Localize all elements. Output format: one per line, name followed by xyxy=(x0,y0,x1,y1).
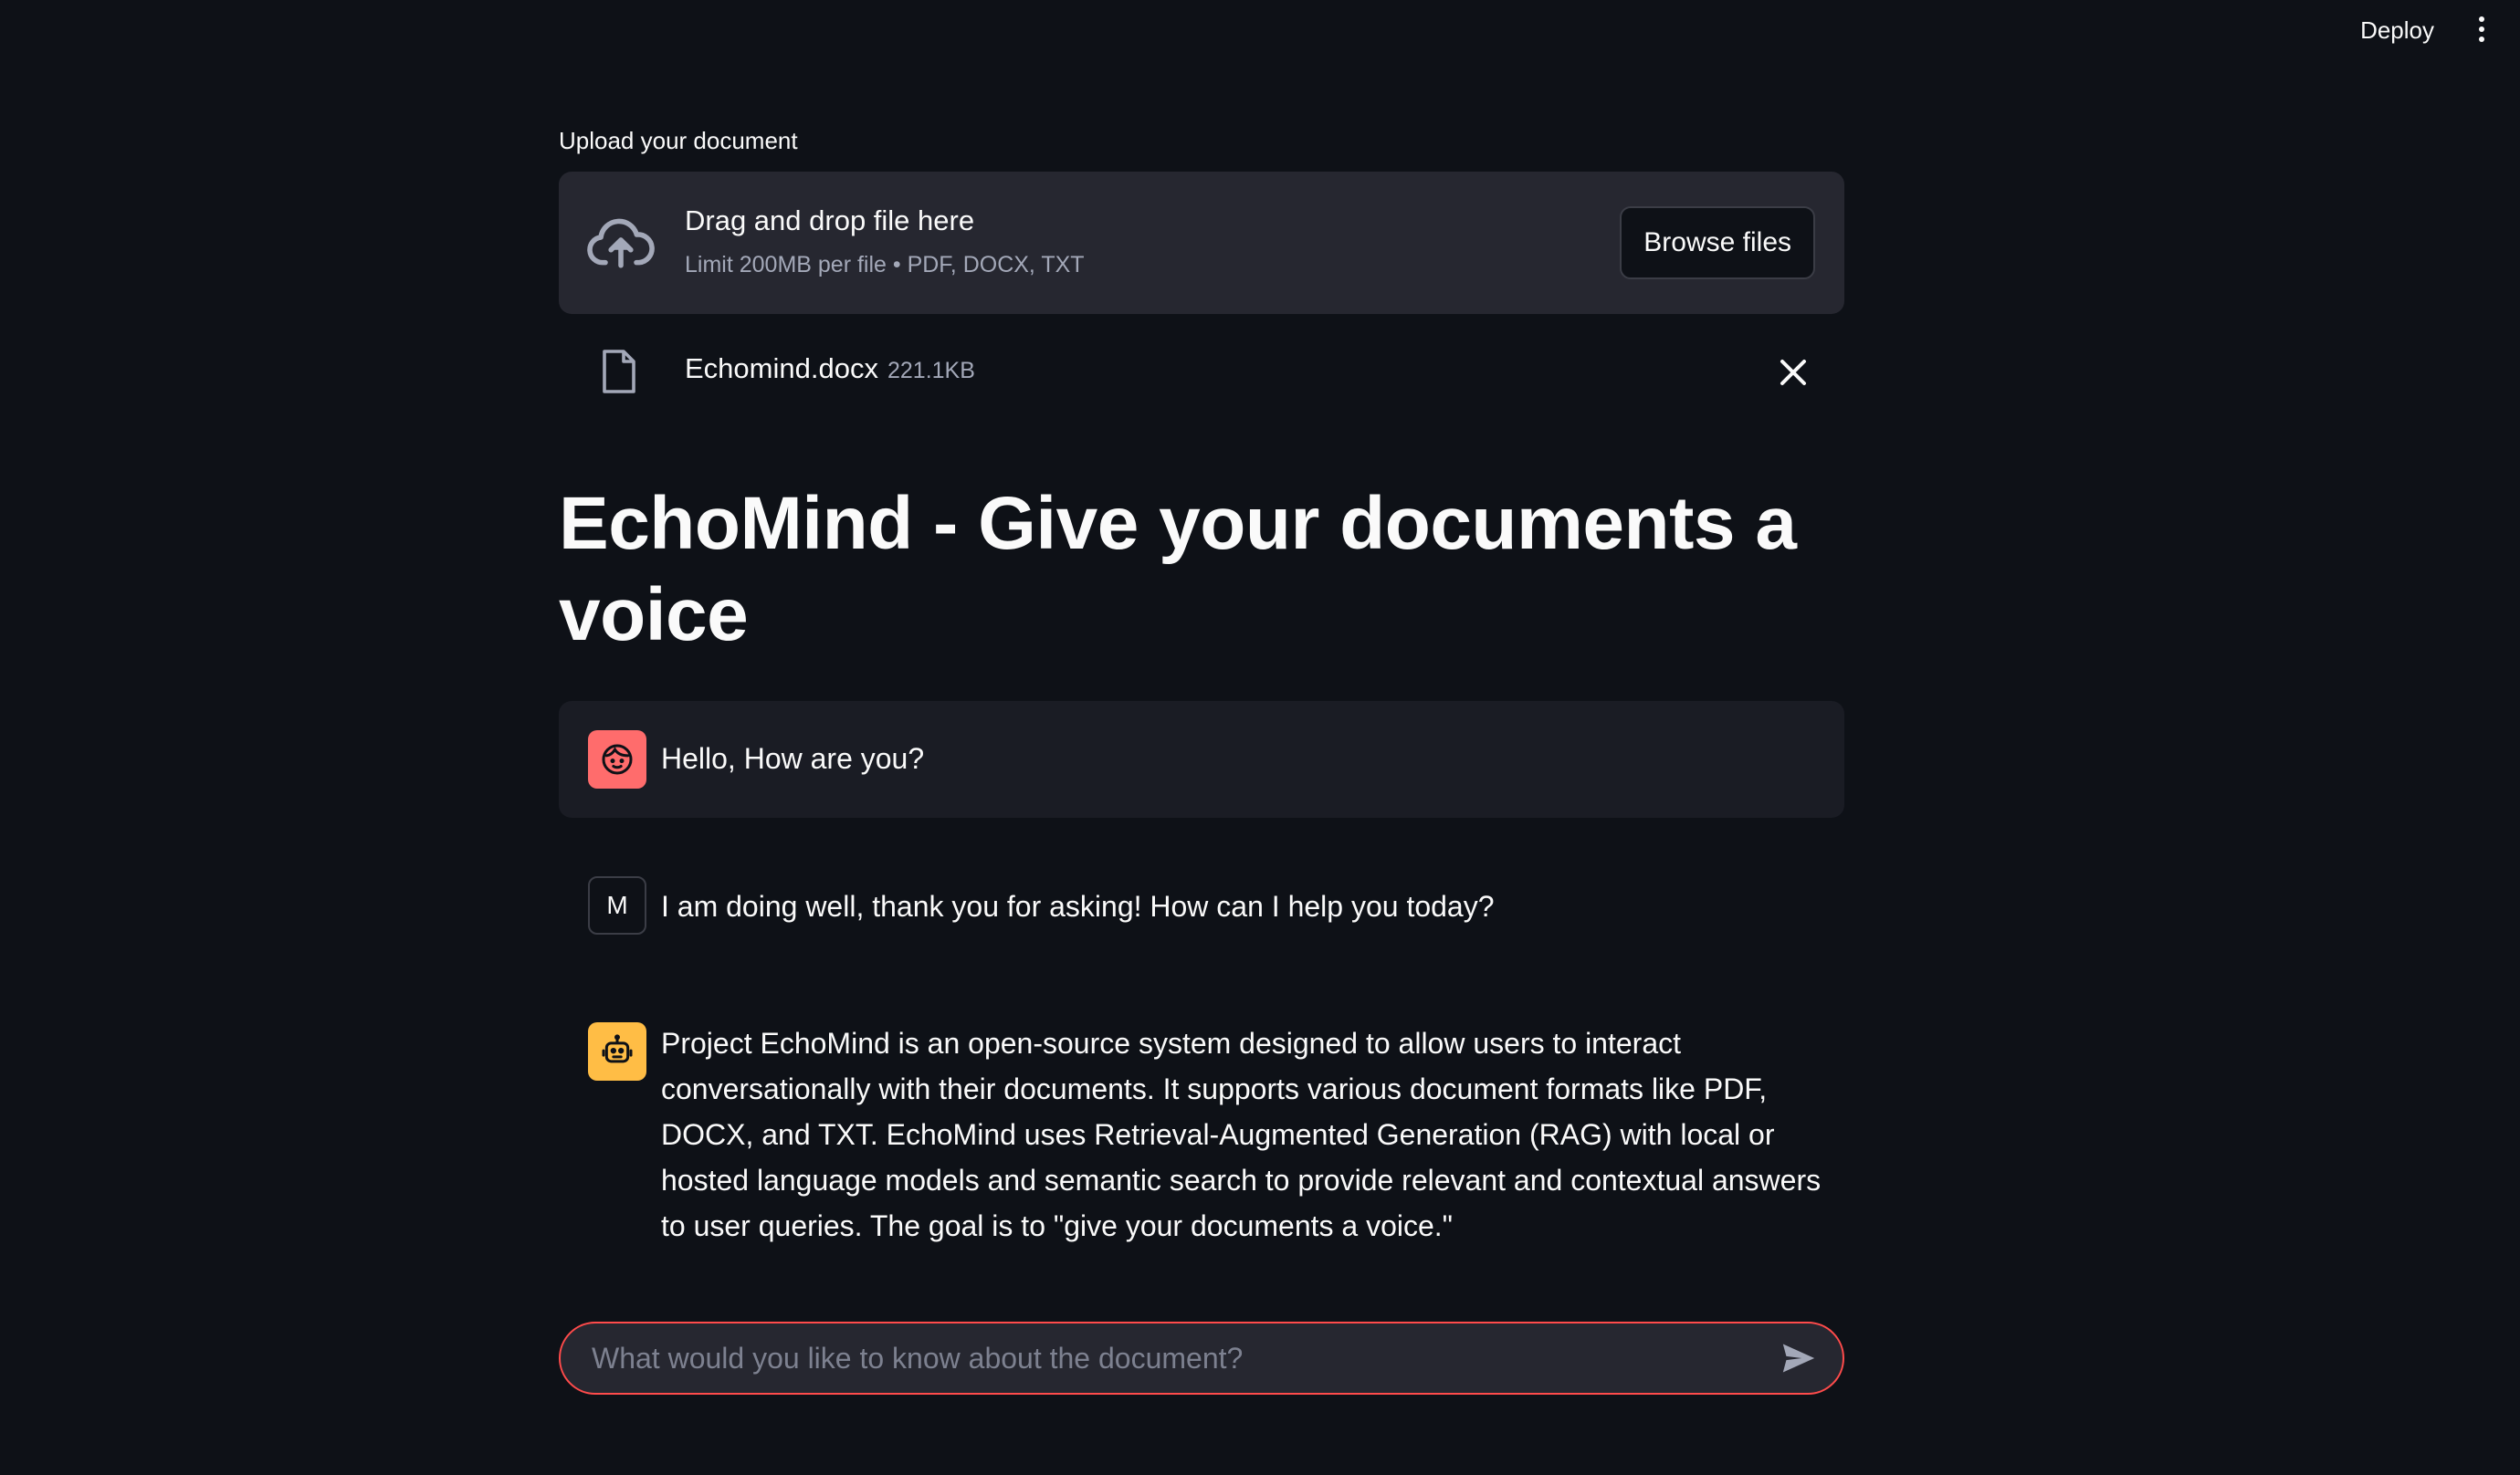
message-text: Hello, How are you? xyxy=(661,742,925,775)
page-title: EchoMind - Give your documents a voice xyxy=(559,482,1797,656)
avatar: M xyxy=(588,876,646,935)
cloud-upload-icon xyxy=(587,218,655,268)
uploaded-file-row: Echomind.docx 221.1KB xyxy=(559,336,1844,409)
dropzone-title: Drag and drop file here xyxy=(685,204,975,236)
file-size: 221.1KB xyxy=(887,358,975,383)
chat-message-assistant: M I am doing well, thank you for asking!… xyxy=(559,862,1844,953)
file-dropzone[interactable]: Drag and drop file here Limit 200MB per … xyxy=(559,172,1844,314)
robot-icon xyxy=(588,1022,646,1081)
close-icon[interactable] xyxy=(1775,354,1811,391)
file-icon xyxy=(603,350,635,393)
dropzone-subtitle: Limit 200MB per file • PDF, DOCX, TXT xyxy=(685,252,1085,277)
top-bar: Deploy xyxy=(0,0,2520,60)
chat-message-user: Hello, How are you? xyxy=(559,701,1844,818)
deploy-button[interactable]: Deploy xyxy=(2355,13,2440,48)
browse-files-button[interactable]: Browse files xyxy=(1620,206,1815,279)
message-text: I am doing well, thank you for asking! H… xyxy=(661,890,1495,923)
upload-label: Upload your document xyxy=(559,127,798,154)
kebab-menu-icon[interactable] xyxy=(2471,15,2493,44)
chat-input[interactable] xyxy=(590,1323,1704,1393)
send-icon[interactable] xyxy=(1780,1342,1817,1375)
face-icon xyxy=(588,730,646,789)
message-text: Project EchoMind is an open-source syste… xyxy=(661,1027,1822,1242)
chat-message-assistant: Project EchoMind is an open-source syste… xyxy=(559,1004,1844,1292)
file-name: Echomind.docx xyxy=(685,352,878,384)
chat-input-container[interactable] xyxy=(559,1322,1844,1395)
